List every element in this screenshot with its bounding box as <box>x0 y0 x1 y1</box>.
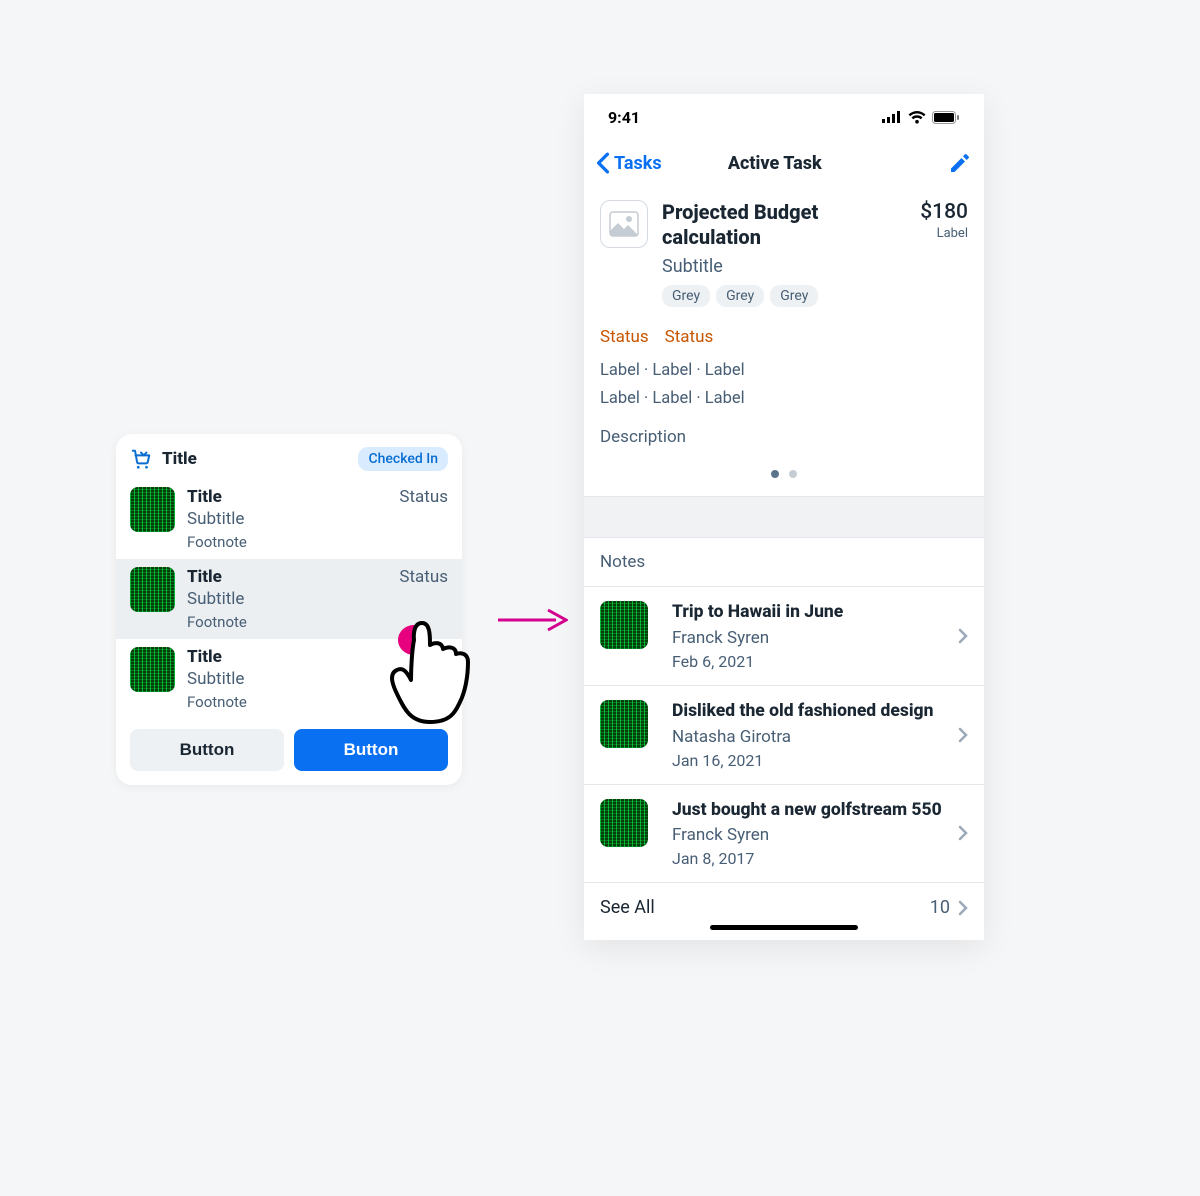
edit-icon[interactable] <box>948 151 972 175</box>
item-title: Title <box>187 647 438 667</box>
chevron-right-icon <box>958 727 968 743</box>
item-status: Status <box>399 487 448 507</box>
note-title: Just bought a new golfstream 550 <box>672 799 958 822</box>
section-divider <box>584 496 984 538</box>
chevron-right-icon <box>958 825 968 841</box>
tag: Grey <box>662 285 710 307</box>
note-item[interactable]: Disliked the old fashioned design Natash… <box>584 686 984 785</box>
see-all-count: 10 <box>930 897 950 918</box>
card-header: Title Checked In <box>116 434 462 479</box>
chevron-right-icon <box>958 628 968 644</box>
status-chip: Checked In <box>358 447 448 471</box>
label-line: Label · Label · Label <box>600 385 968 413</box>
list-item[interactable]: Title Subtitle Footnote Status <box>116 479 462 559</box>
item-status: S <box>438 647 448 667</box>
list-item[interactable]: Title Subtitle Footnote S <box>116 639 462 719</box>
status-text: Status <box>600 327 649 347</box>
detail-header: Projected Budget calculation Subtitle Gr… <box>584 186 984 323</box>
page-indicator[interactable] <box>584 459 984 496</box>
item-title: Title <box>187 567 399 587</box>
signal-icon <box>882 111 902 123</box>
section-header: Notes <box>584 538 984 587</box>
item-footnote: Footnote <box>187 613 399 631</box>
note-item[interactable]: Just bought a new golfstream 550 Franck … <box>584 785 984 884</box>
dot <box>789 470 797 478</box>
item-title: Title <box>187 487 399 507</box>
secondary-button[interactable]: Button <box>130 729 284 771</box>
see-all-label: See All <box>600 897 655 918</box>
tag: Grey <box>770 285 818 307</box>
chevron-right-icon <box>958 900 968 916</box>
item-footnote: Footnote <box>187 693 438 711</box>
nav-title: Active Task <box>602 153 948 174</box>
note-title: Disliked the old fashioned design <box>672 700 958 723</box>
ios-status-bar: 9:41 <box>584 94 984 140</box>
status-row: Status Status <box>584 327 984 347</box>
item-footnote: Footnote <box>187 533 399 551</box>
card-title: Title <box>162 449 358 469</box>
nav-bar: Tasks Active Task <box>584 140 984 186</box>
description: Description <box>584 413 984 459</box>
home-indicator[interactable] <box>710 925 858 930</box>
battery-icon <box>932 111 960 124</box>
primary-button[interactable]: Button <box>294 729 448 771</box>
note-author: Natasha Girotra <box>672 727 958 747</box>
thumbnail-image <box>600 700 648 748</box>
image-placeholder-icon <box>600 200 648 248</box>
item-subtitle: Subtitle <box>187 509 399 529</box>
label-grid: Label · Label · Label Label · Label · La… <box>584 347 984 413</box>
note-item[interactable]: Trip to Hawaii in June Franck Syren Feb … <box>584 587 984 686</box>
thumbnail-image <box>130 647 175 692</box>
arrow-right-icon <box>498 608 568 632</box>
item-subtitle: Subtitle <box>187 589 399 609</box>
item-subtitle: Subtitle <box>187 669 438 689</box>
thumbnail-image <box>130 487 175 532</box>
wifi-icon <box>908 111 926 124</box>
task-title: Projected Budget calculation <box>662 200 906 250</box>
cart-icon <box>130 448 152 470</box>
note-date: Jan 8, 2017 <box>672 849 958 868</box>
dot-active <box>771 470 779 478</box>
task-subtitle: Subtitle <box>662 256 906 277</box>
thumbnail-image <box>600 601 648 649</box>
phone-frame: 9:41 Tasks Active Task Projected Budget … <box>584 94 984 940</box>
note-date: Feb 6, 2021 <box>672 652 958 671</box>
list-card: Title Checked In Title Subtitle Footnote… <box>116 434 462 785</box>
tag: Grey <box>716 285 764 307</box>
note-author: Franck Syren <box>672 825 958 845</box>
note-date: Jan 16, 2021 <box>672 751 958 770</box>
status-time: 9:41 <box>608 108 640 127</box>
thumbnail-image <box>130 567 175 612</box>
label-line: Label · Label · Label <box>600 357 968 385</box>
item-status: Status <box>399 567 448 587</box>
price-label: Label <box>920 226 968 241</box>
list-item[interactable]: Title Subtitle Footnote Status <box>116 559 462 639</box>
status-text: Status <box>665 327 714 347</box>
thumbnail-image <box>600 799 648 847</box>
note-author: Franck Syren <box>672 628 958 648</box>
note-title: Trip to Hawaii in June <box>672 601 958 624</box>
price-value: $180 <box>920 200 968 224</box>
